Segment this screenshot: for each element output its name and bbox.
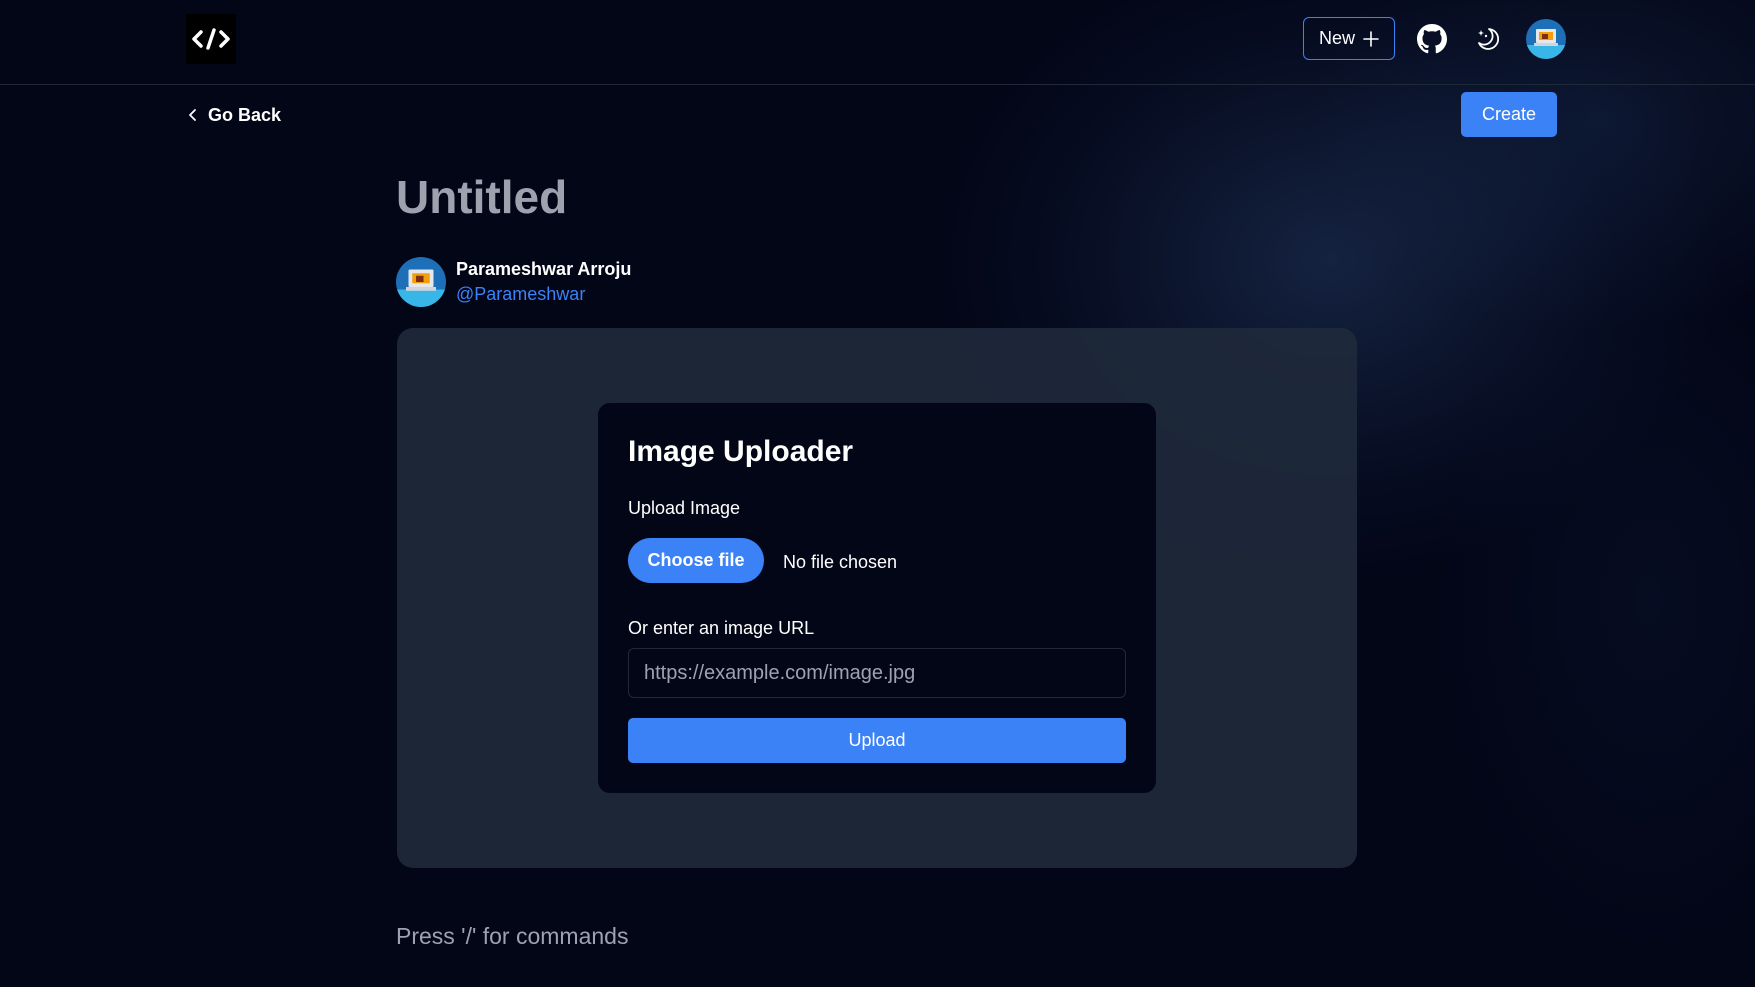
upload-image-label: Upload Image [628, 498, 741, 518]
moon-sparkle-icon [1478, 28, 1500, 50]
top-navbar: New [0, 0, 1755, 85]
plus-icon [1363, 30, 1379, 47]
file-status-text: No file chosen [783, 552, 898, 572]
document-title[interactable]: Untitled [396, 170, 567, 224]
command-hint[interactable]: Press '/' for commands [396, 923, 628, 950]
author-name: Parameshwar Arroju [456, 259, 632, 279]
author-avatar[interactable] [396, 257, 446, 307]
image-uploader-card: Image Uploader Upload Image Choose file … [598, 403, 1156, 793]
new-button[interactable]: New [1303, 17, 1395, 60]
chevron-left-icon [189, 109, 196, 121]
go-back-label: Go Back [208, 104, 282, 125]
app-logo[interactable] [186, 14, 236, 64]
upload-button[interactable]: Upload [628, 718, 1126, 763]
choose-file-button[interactable]: Choose file [628, 538, 764, 583]
image-url-input[interactable] [628, 648, 1126, 698]
theme-toggle-button[interactable] [1469, 20, 1505, 58]
author-handle-link[interactable]: @Parameshwar [456, 284, 585, 305]
go-back-link[interactable]: Go Back [186, 100, 281, 130]
github-icon [1417, 24, 1447, 54]
github-button[interactable] [1414, 20, 1450, 58]
avatar-illustration [1526, 19, 1566, 59]
image-url-label: Or enter an image URL [628, 618, 815, 638]
code-brackets-icon [192, 28, 230, 50]
uploader-title: Image Uploader [628, 435, 854, 468]
avatar-illustration [396, 257, 446, 307]
new-button-label: New [1318, 28, 1355, 48]
create-button[interactable]: Create [1461, 92, 1557, 137]
user-avatar[interactable] [1526, 19, 1566, 59]
